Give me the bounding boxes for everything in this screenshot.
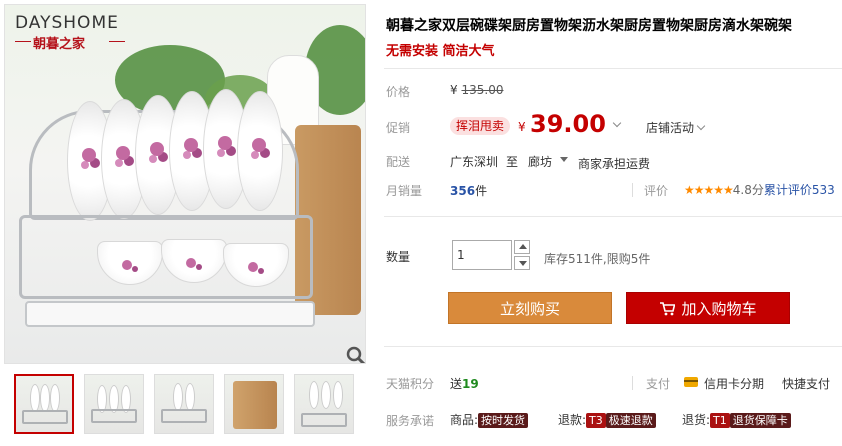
points-number: 19 [462,377,479,391]
service-refund-code: T3 [586,413,606,428]
service-goods-prefix: 商品: [450,413,479,427]
store-activity-label: 店铺活动 [646,121,695,135]
monthly-sales-unit: 件 [475,184,488,198]
store-activity-dropdown[interactable]: 店铺活动 [646,119,706,136]
ship-to-selector[interactable]: 廊坊 [528,153,552,170]
promo-badge: 挥泪甩卖 [450,117,511,135]
plate-image [237,91,283,211]
stock-text: 库存511件,限购5件 [544,252,651,266]
service-return-prefix: 退货: [682,413,711,427]
shipping-note: 商家承担运费 [578,157,651,171]
service-return-tag: 退货保障卡 [729,413,791,428]
drip-tray [25,301,315,327]
thumbnail-strip [12,374,362,436]
service-refund[interactable]: 退款: T3 极速退款 [558,411,656,428]
monthly-sales-count: 356 [450,184,476,198]
quantity-decrease-button[interactable] [514,256,530,270]
price-label: 价格 [386,85,411,99]
points-label: 天猫积分 [386,377,435,391]
add-to-cart-label: 加入购物车 [681,300,757,318]
thumbnail-2[interactable] [84,374,144,434]
chevron-down-icon [696,121,706,131]
cart-icon [660,302,676,316]
divider [384,216,842,217]
product-details: 朝暮之家双层碗碟架厨房置物架沥水架厨房置物架厨房滴水架碗架 无需安装 简洁大气 … [384,0,842,446]
buy-now-label: 立刻购买 [499,300,560,318]
caret-up-icon [519,244,527,249]
rating-summary[interactable]: ★★★★★4.8分累计评价533 [684,181,835,198]
rating-score: 4.8分 [732,183,764,197]
rating-label: 评价 [644,184,669,198]
chevron-down-icon [612,118,622,128]
original-currency: ¥ [450,83,458,97]
credit-installment-link[interactable]: 信用卡分期 [704,375,764,392]
brand-logo: DAYSHOME 朝暮之家 [13,11,133,52]
monthly-sales-label: 月销量 [386,184,423,198]
caret-down-icon[interactable] [560,157,568,162]
original-price: ¥ 135.00 [450,83,503,97]
monthly-sales: 356件 [450,182,487,199]
main-product-image[interactable]: DAYSHOME 朝暮之家 [4,4,366,364]
ship-to-word: 至 [506,155,519,169]
quantity-input[interactable] [452,240,512,270]
divider [632,183,633,197]
ship-from: 广东深圳 [450,155,499,169]
promo-price-dropdown[interactable] [610,118,622,132]
thumbnail-3[interactable] [154,374,214,434]
service-refund-tag: 极速退款 [605,413,656,428]
logo-line [15,41,31,42]
points-value: 送19 [450,375,479,392]
buy-now-button[interactable]: 立刻购买 [448,292,612,324]
star-icon: ★★★★★ [684,183,734,197]
thumbnail-1[interactable] [14,374,74,434]
brand-logo-en: DAYSHOME [15,13,119,33]
divider [632,376,633,390]
promo-currency: ¥ [518,120,526,134]
service-label: 服务承诺 [386,414,435,428]
service-goods[interactable]: 商品: 按时发货 [450,411,529,428]
payment-label: 支付 [646,377,671,391]
promo-label: 促销 [386,121,411,135]
brand-logo-cn: 朝暮之家 [33,37,86,52]
caret-down-icon [519,261,527,266]
divider [384,68,842,69]
quantity-label: 数量 [386,250,411,264]
quick-pay-link[interactable]: 快捷支付 [782,375,830,392]
magnifier-icon[interactable] [345,345,366,364]
add-to-cart-button[interactable]: 加入购物车 [626,292,790,324]
points-prefix: 送 [450,377,463,391]
promo-price: 39.00 [530,110,606,138]
original-price-value: 135.00 [461,83,504,97]
thumbnail-5[interactable] [294,374,354,434]
review-count-link[interactable]: 累计评价533 [764,183,835,197]
service-return-code: T1 [710,413,730,428]
logo-line [109,41,125,42]
product-title: 朝暮之家双层碗碟架厨房置物架沥水架厨房置物架厨房滴水架碗架 [386,18,792,34]
service-return[interactable]: 退货: T1 退货保障卡 [682,411,791,428]
service-goods-tag: 按时发货 [478,413,529,428]
credit-card-icon [684,377,698,387]
service-refund-prefix: 退款: [558,413,587,427]
thumbnail-4[interactable] [224,374,284,434]
ship-to-city: 廊坊 [528,155,553,169]
product-subtitle: 无需安装 简洁大气 [386,44,495,59]
shipping-label: 配送 [386,155,411,169]
divider [384,346,842,347]
quantity-increase-button[interactable] [514,240,530,254]
